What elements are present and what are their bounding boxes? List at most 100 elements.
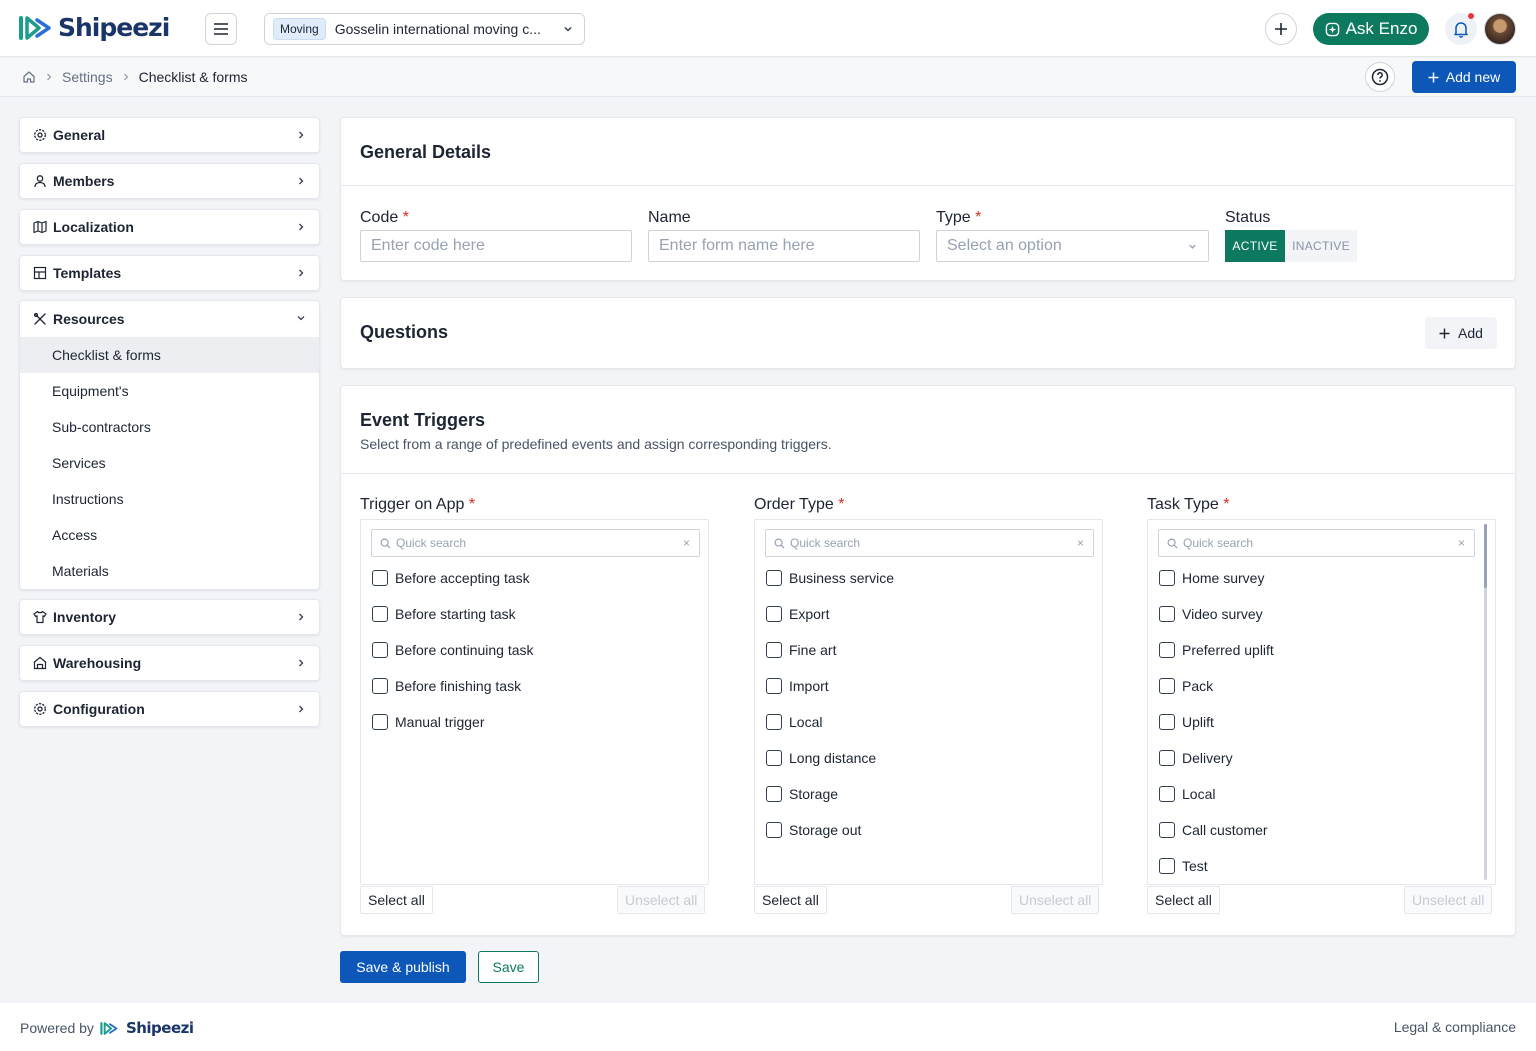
- sidebar-item-general[interactable]: General: [19, 117, 320, 153]
- map-icon: [33, 220, 47, 234]
- sidebar-item-inventory[interactable]: Inventory: [19, 599, 320, 635]
- task-type-label: Task Type *: [1147, 496, 1230, 513]
- add-question-button[interactable]: Add: [1425, 317, 1497, 349]
- sidebar-subitem-checklist-forms[interactable]: Checklist & forms: [20, 337, 319, 373]
- status-inactive-option[interactable]: INACTIVE: [1285, 230, 1357, 262]
- scrollbar-thumb[interactable]: [1484, 524, 1487, 588]
- checkbox[interactable]: [766, 714, 782, 730]
- checkbox[interactable]: [766, 750, 782, 766]
- checkbox[interactable]: [372, 606, 388, 622]
- footer-brand[interactable]: Shipeezi: [126, 1019, 194, 1037]
- checkbox[interactable]: [372, 678, 388, 694]
- shipeezi-logo[interactable]: Shipeezi: [19, 13, 170, 42]
- quick-add-button[interactable]: [1265, 13, 1297, 45]
- checkbox[interactable]: [766, 642, 782, 658]
- user-avatar[interactable]: [1484, 13, 1516, 45]
- sidebar-subitem-services[interactable]: Services: [20, 445, 319, 481]
- checkbox[interactable]: [766, 678, 782, 694]
- home-icon[interactable]: [22, 70, 36, 84]
- list-item[interactable]: Pack: [1159, 678, 1213, 694]
- list-item[interactable]: Export: [766, 606, 829, 622]
- status-active-option[interactable]: ACTIVE: [1225, 230, 1285, 262]
- checkbox[interactable]: [372, 714, 388, 730]
- list-item[interactable]: Before continuing task: [372, 642, 534, 658]
- checkbox[interactable]: [372, 570, 388, 586]
- legal-compliance-link[interactable]: Legal & compliance: [1394, 1019, 1516, 1035]
- trigger-select-all-button[interactable]: Select all: [360, 886, 433, 914]
- type-select[interactable]: Select an option: [936, 230, 1209, 262]
- list-item[interactable]: Storage: [766, 786, 838, 802]
- order-select-all-button[interactable]: Select all: [754, 886, 827, 914]
- sidebar-subitem-sub-contractors[interactable]: Sub-contractors: [20, 409, 319, 445]
- sidebar-subitem-instructions[interactable]: Instructions: [20, 481, 319, 517]
- checkbox[interactable]: [1159, 606, 1175, 622]
- checkbox[interactable]: [766, 570, 782, 586]
- ask-enzo-button[interactable]: Ask Enzo: [1313, 13, 1429, 45]
- task-unselect-all-button[interactable]: Unselect all: [1404, 886, 1493, 914]
- checkbox[interactable]: [372, 642, 388, 658]
- list-item[interactable]: Business service: [766, 570, 894, 586]
- checkbox[interactable]: [1159, 858, 1175, 874]
- order-type-list: Quick search × Business service Export F…: [754, 519, 1103, 885]
- clear-icon[interactable]: ×: [1077, 536, 1084, 550]
- clear-icon[interactable]: ×: [683, 536, 690, 550]
- list-item[interactable]: Local: [1159, 786, 1215, 802]
- checkbox[interactable]: [1159, 822, 1175, 838]
- plus-icon: [1439, 328, 1450, 338]
- list-item[interactable]: Preferred uplift: [1159, 642, 1274, 658]
- notifications-button[interactable]: [1445, 13, 1477, 45]
- sidebar-item-configuration[interactable]: Configuration: [19, 691, 320, 727]
- list-item[interactable]: Import: [766, 678, 829, 694]
- clear-icon[interactable]: ×: [1458, 536, 1465, 550]
- sidebar-item-localization[interactable]: Localization: [19, 209, 320, 245]
- menu-toggle-button[interactable]: [205, 13, 237, 45]
- sidebar-subitem-equipments[interactable]: Equipment's: [20, 373, 319, 409]
- list-item[interactable]: Before starting task: [372, 606, 516, 622]
- list-item[interactable]: Uplift: [1159, 714, 1214, 730]
- checkbox[interactable]: [1159, 714, 1175, 730]
- list-item[interactable]: Call customer: [1159, 822, 1268, 838]
- sidebar-subitem-materials[interactable]: Materials: [20, 553, 319, 589]
- list-item[interactable]: Manual trigger: [372, 714, 485, 730]
- name-input[interactable]: Enter form name here: [648, 230, 920, 262]
- task-list-scrollbar[interactable]: [1484, 524, 1487, 880]
- list-item[interactable]: Fine art: [766, 642, 836, 658]
- task-select-all-button[interactable]: Select all: [1147, 886, 1220, 914]
- help-button[interactable]: [1365, 62, 1395, 92]
- checkbox[interactable]: [766, 606, 782, 622]
- sidebar-item-members[interactable]: Members: [19, 163, 320, 199]
- list-item[interactable]: Before finishing task: [372, 678, 521, 694]
- checkbox[interactable]: [1159, 678, 1175, 694]
- list-item[interactable]: Home survey: [1159, 570, 1264, 586]
- checkbox[interactable]: [1159, 570, 1175, 586]
- checkbox[interactable]: [766, 822, 782, 838]
- list-item[interactable]: Test: [1159, 858, 1208, 874]
- order-search-input[interactable]: Quick search ×: [765, 529, 1094, 557]
- sidebar-item-templates[interactable]: Templates: [19, 255, 320, 291]
- code-input[interactable]: Enter code here: [360, 230, 632, 262]
- sidebar-item-warehousing[interactable]: Warehousing: [19, 645, 320, 681]
- list-item[interactable]: Before accepting task: [372, 570, 530, 586]
- save-publish-button[interactable]: Save & publish: [340, 951, 466, 983]
- list-item[interactable]: Video survey: [1159, 606, 1263, 622]
- questions-title: Questions: [360, 322, 449, 342]
- company-selector[interactable]: Moving Gosselin international moving c..…: [264, 13, 585, 45]
- checkbox[interactable]: [1159, 750, 1175, 766]
- breadcrumb-settings[interactable]: Settings: [62, 69, 113, 85]
- task-search-input[interactable]: Quick search ×: [1158, 529, 1475, 557]
- checkbox[interactable]: [1159, 642, 1175, 658]
- trigger-search-input[interactable]: Quick search ×: [371, 529, 700, 557]
- save-button[interactable]: Save: [478, 951, 539, 983]
- checkbox[interactable]: [1159, 786, 1175, 802]
- list-item[interactable]: Delivery: [1159, 750, 1233, 766]
- order-unselect-all-button[interactable]: Unselect all: [1011, 886, 1100, 914]
- list-item[interactable]: Storage out: [766, 822, 861, 838]
- list-item[interactable]: Long distance: [766, 750, 876, 766]
- checkbox[interactable]: [766, 786, 782, 802]
- sidebar-item-resources[interactable]: Resources: [20, 301, 319, 337]
- list-item[interactable]: Local: [766, 714, 822, 730]
- add-new-button[interactable]: Add new: [1412, 61, 1516, 93]
- sidebar-subitem-access[interactable]: Access: [20, 517, 319, 553]
- search-placeholder: Quick search: [1183, 536, 1254, 550]
- trigger-unselect-all-button[interactable]: Unselect all: [617, 886, 706, 914]
